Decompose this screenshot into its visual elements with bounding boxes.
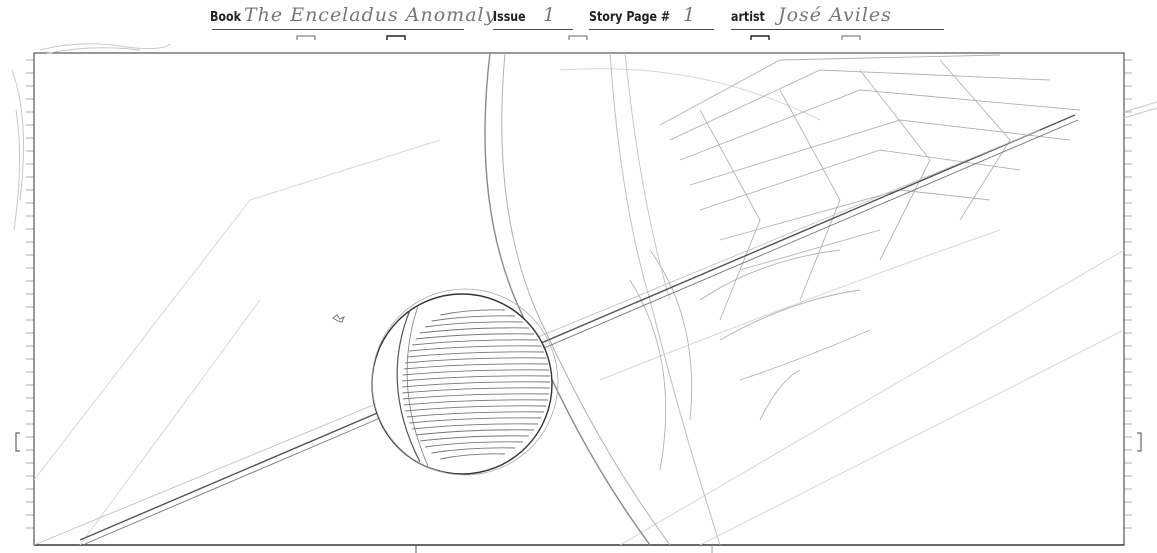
- side-bracket-marks: [15, 432, 1142, 452]
- diagonal-beam: [34, 114, 1079, 545]
- comic-page: { "header": { "book_label": "Book", "boo…: [0, 0, 1157, 553]
- pencil-sketch-artwork: [11, 35, 1157, 553]
- sphere: [371, 288, 559, 476]
- margin-scribbles: [11, 43, 1157, 231]
- sweeping-arcs: [484, 53, 721, 545]
- top-bracket-marks: [296, 35, 861, 40]
- small-ship-mark: [332, 314, 345, 323]
- ruler-ticks: [26, 59, 1132, 529]
- background-hatching: [34, 68, 1124, 545]
